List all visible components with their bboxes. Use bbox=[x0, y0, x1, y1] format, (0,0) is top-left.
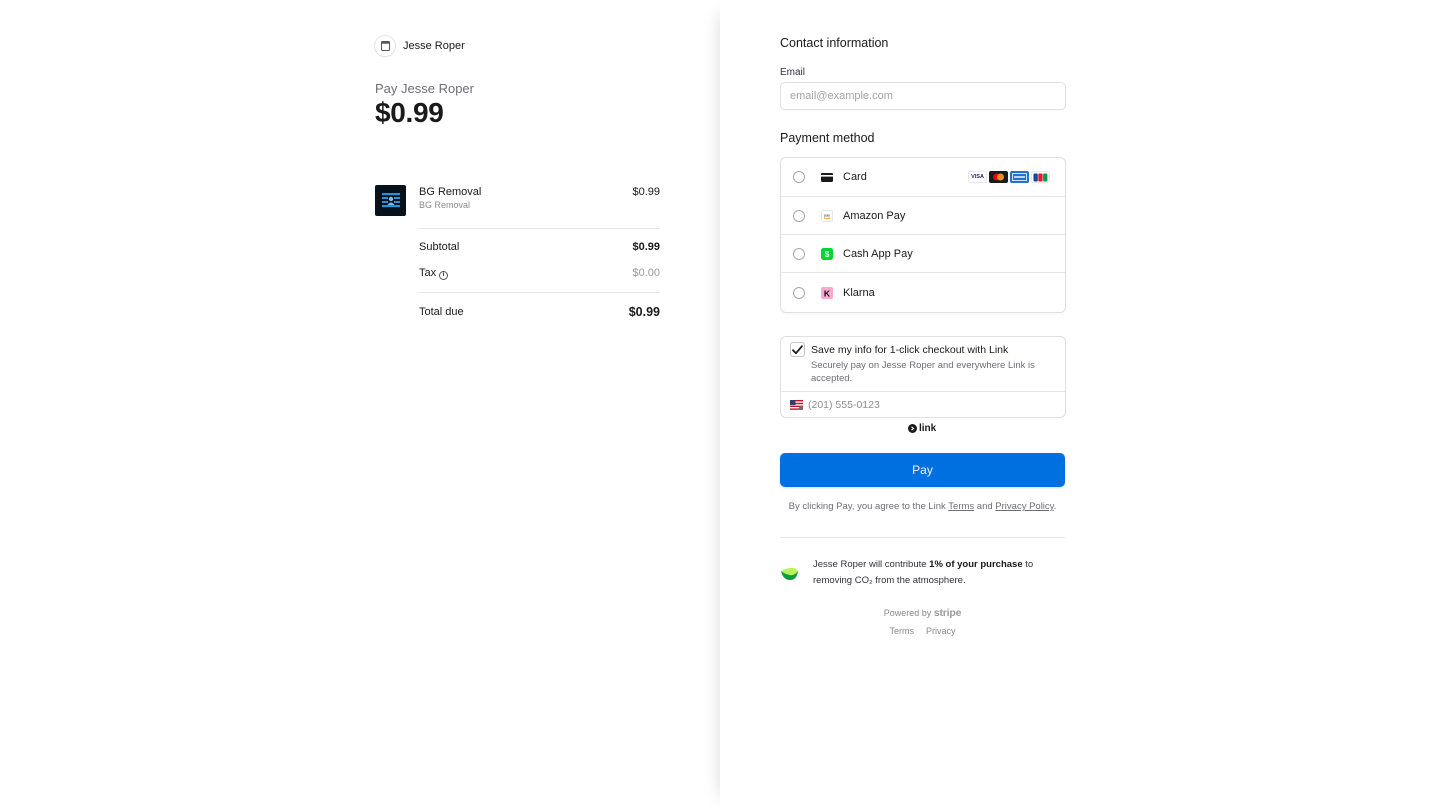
svg-text:$: $ bbox=[825, 249, 830, 259]
payment-option-label: Klarna bbox=[843, 286, 875, 299]
radio-button[interactable] bbox=[793, 171, 805, 183]
svg-text:pay: pay bbox=[824, 213, 830, 217]
climate-bold: 1% of your purchase bbox=[929, 559, 1023, 570]
stripe-logo: stripe bbox=[933, 607, 962, 619]
payment-option-label: Cash App Pay bbox=[843, 247, 913, 260]
us-flag-icon bbox=[790, 400, 803, 410]
payment-method-title: Payment method bbox=[780, 131, 875, 145]
product-image bbox=[375, 185, 406, 216]
pay-label: Pay Jesse Roper bbox=[375, 81, 474, 96]
cash-app-icon: $ bbox=[821, 247, 833, 260]
link-logo: link bbox=[908, 423, 936, 434]
save-info-label: Save my info for 1-click checkout with L… bbox=[811, 344, 1009, 356]
amazon-pay-icon: pay bbox=[821, 209, 833, 222]
subtotal-label: Subtotal bbox=[419, 241, 460, 253]
link-brand-text: link bbox=[919, 423, 937, 434]
powered-by-stripe[interactable]: Powered by stripe bbox=[880, 607, 965, 619]
payment-option-label: Amazon Pay bbox=[843, 209, 906, 222]
climate-leaf-icon bbox=[781, 567, 798, 580]
link-save-box: Save my info for 1-click checkout with L… bbox=[780, 336, 1066, 418]
merchant-header[interactable]: Jesse Roper bbox=[375, 36, 465, 56]
info-icon[interactable]: i bbox=[439, 271, 449, 280]
order-summary-panel: Jesse Roper Pay Jesse Roper $0.99 BG Rem… bbox=[0, 0, 720, 810]
privacy-policy-link[interactable]: Privacy Policy bbox=[995, 501, 1053, 512]
payment-option-klarna[interactable]: K Klarna bbox=[781, 273, 1065, 312]
item-name: BG Removal bbox=[419, 186, 482, 198]
save-info-checkbox[interactable] bbox=[790, 342, 805, 357]
terms-and: and bbox=[976, 501, 993, 512]
radio-button[interactable] bbox=[793, 209, 805, 222]
terms-prefix: By clicking Pay, you agree to the Link bbox=[788, 501, 946, 512]
link-arrow-icon bbox=[908, 424, 917, 433]
footer-links: Terms Privacy bbox=[880, 626, 965, 636]
jcb-icon bbox=[1031, 171, 1050, 183]
payment-option-cash-app-pay[interactable]: $ Cash App Pay bbox=[781, 235, 1065, 273]
item-price: $0.99 bbox=[632, 186, 660, 198]
tax-value: $0.00 bbox=[632, 267, 660, 279]
save-info-subtext: Securely pay on Jesse Roper and everywhe… bbox=[811, 360, 1035, 384]
footer-terms-link[interactable]: Terms bbox=[889, 626, 914, 636]
total-due-value: $0.99 bbox=[628, 305, 660, 319]
klarna-icon: K bbox=[821, 286, 833, 299]
climate-prefix: Jesse Roper will contribute bbox=[813, 559, 927, 570]
total-amount: $0.99 bbox=[375, 97, 444, 128]
payment-option-amazon-pay[interactable]: pay Amazon Pay bbox=[781, 197, 1065, 235]
powered-by-text: Powered by bbox=[883, 608, 932, 618]
divider bbox=[419, 292, 660, 293]
merchant-name: Jesse Roper bbox=[403, 40, 465, 52]
email-label: Email bbox=[780, 67, 806, 78]
amex-icon bbox=[1010, 171, 1029, 183]
item-description: BG Removal bbox=[419, 200, 471, 210]
visa-icon: VISA bbox=[968, 171, 987, 183]
card-icon bbox=[821, 171, 833, 183]
radio-button[interactable] bbox=[793, 286, 805, 299]
pay-button[interactable]: Pay bbox=[780, 453, 1065, 487]
payment-option-card[interactable]: Card VISA bbox=[781, 158, 1065, 197]
svg-text:K: K bbox=[824, 288, 831, 298]
footer-privacy-link[interactable]: Privacy bbox=[926, 626, 956, 636]
phone-input[interactable] bbox=[808, 394, 1058, 416]
climate-contribution-text: Jesse Roper will contribute 1% of your p… bbox=[813, 557, 1065, 589]
merchant-logo-icon bbox=[375, 36, 395, 56]
total-due-label: Total due bbox=[419, 306, 464, 318]
card-brands: VISA bbox=[968, 171, 1050, 183]
divider bbox=[780, 537, 1065, 538]
radio-button[interactable] bbox=[793, 247, 805, 260]
link-terms-link[interactable]: Terms bbox=[948, 501, 974, 512]
contact-title: Contact information bbox=[780, 36, 889, 50]
email-input[interactable] bbox=[780, 82, 1066, 110]
divider bbox=[419, 228, 660, 229]
terms-suffix: . bbox=[1053, 501, 1057, 512]
subtotal-value: $0.99 bbox=[632, 241, 660, 253]
mastercard-icon bbox=[989, 171, 1008, 183]
terms-text: By clicking Pay, you agree to the Link T… bbox=[780, 500, 1065, 513]
tax-row: Tax i bbox=[419, 267, 449, 280]
tax-label: Tax bbox=[419, 267, 437, 279]
divider bbox=[781, 391, 1065, 392]
payment-method-list: Card VISA pay Amazon Pay $ Cash App Pay bbox=[780, 157, 1066, 313]
payment-option-label: Card bbox=[843, 171, 867, 183]
checkmark-icon bbox=[792, 344, 803, 354]
